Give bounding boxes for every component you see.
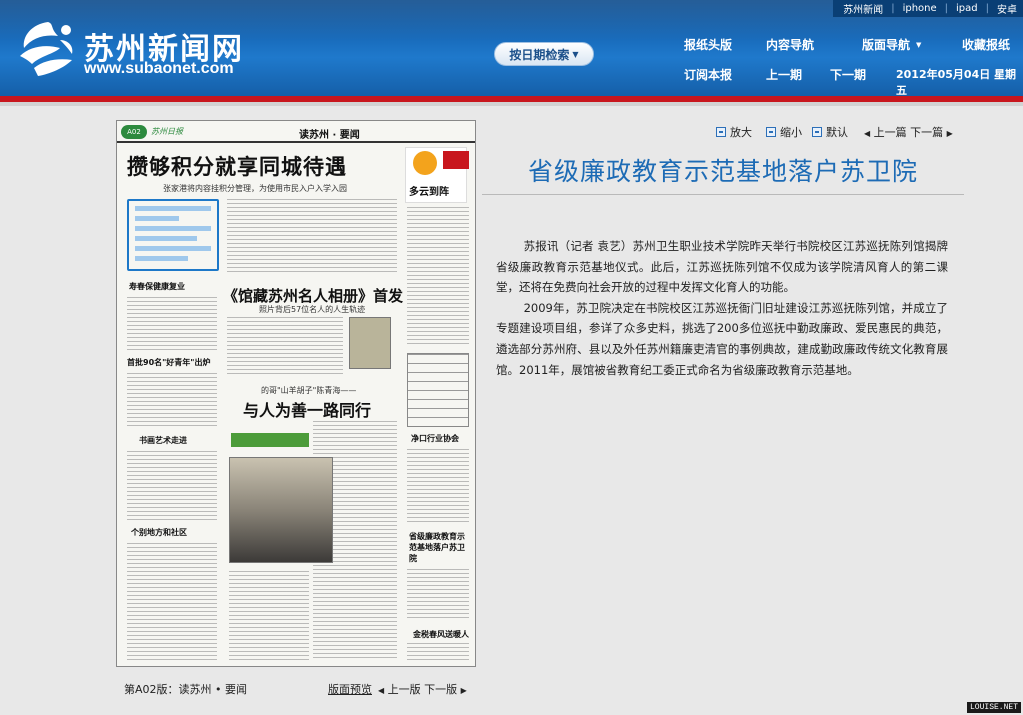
default-size-label: 默认 [826,126,848,139]
zoom-in-button[interactable]: 放大 [716,124,752,140]
prev-page-link[interactable]: 上一版 [388,683,421,696]
paper-side-head[interactable]: 净口行业协会 [411,433,459,444]
paper-page-badge: A02 [121,125,147,139]
zoom-in-icon [716,127,726,137]
paper-side-head-article[interactable]: 省级廉政教育示范基地落户苏卫院 [409,531,471,564]
nav-layout-label: 版面导航 [862,38,911,52]
zoom-out-label: 缩小 [780,126,802,139]
paper-side-head[interactable]: 首批90名"好青年"出炉 [127,357,210,368]
chevron-down-icon: ▼ [572,49,579,59]
triangle-left-icon: ◀ [378,686,385,695]
paper-side-head[interactable]: 金税春风送暖人 [413,629,469,640]
paper-logo-icon: 苏州日报 [151,127,183,136]
site-header: 苏州新闻 | iphone | ipad | 安卓 苏州新闻网 www.suba… [0,0,1023,97]
date-search-label: 按日期检索 [509,47,570,62]
paper-photo-album [349,317,391,369]
paper-text-block [127,373,217,429]
paper-text-block [407,569,469,621]
nav-bookmark[interactable]: 收藏报纸 [962,36,1010,53]
nav-front-page[interactable]: 报纸头版 [684,36,732,53]
divider: | [891,3,895,14]
nav-subscribe[interactable]: 订阅本报 [684,66,732,83]
watermark: LOUISE.NET [966,702,1021,713]
paper-text-block [407,449,469,523]
triangle-left-icon: ◀ [864,129,871,138]
article-pager: ◀ 上一篇 下一篇 ▶ [864,124,953,140]
chevron-down-icon: ▼ [916,40,922,49]
paper-text-block [407,643,469,663]
page-label: 第A02版：读苏州 • 要闻 [124,683,248,696]
paper-text-block [127,451,217,521]
title-divider [482,194,964,195]
nav-next-issue[interactable]: 下一期 [830,66,866,83]
paper-subheadline: 张家港将内容挂积分管理，为使用市民入户入学入园 [163,184,347,193]
paper-weather-label: 多云到阵 [409,187,449,198]
prev-article-link[interactable]: 上一篇 [874,126,907,139]
zoom-out-icon [766,127,776,137]
toplink-android[interactable]: 安卓 [997,1,1017,16]
reset-icon [812,127,822,137]
paper-text-block [229,571,309,661]
toplink-ipad[interactable]: ipad [956,3,978,14]
paper-headline-3[interactable]: 与人为善一路同行 [243,397,371,421]
layout-preview-link[interactable]: 版面预览 [328,681,372,697]
paper-side-head[interactable]: 寿春保健康复业 [129,281,185,292]
paper-text-block [227,199,397,275]
article-paragraph: 2009年，苏卫院决定在书院校区江苏巡抚衙门旧址建设江苏巡抚陈列馆，并成立了专题… [496,300,948,377]
sun-icon [413,151,437,175]
newspaper-page-image[interactable]: A02 苏州日报 读苏州 · 要闻 攒够积分就享同城待遇 张家港将内容挂积分管理… [116,120,476,667]
article-paragraph: 苏报讯（记者 袁艺）苏州卫生职业技术学院昨天举行书院校区江苏巡抚陈列馆揭牌省级廉… [496,239,948,295]
paper-side-head[interactable]: 书画艺术走进 [139,435,187,446]
divider: | [944,3,949,14]
site-url[interactable]: www.subaonet.com [84,60,234,78]
paper-side-head[interactable]: 个别地方和社区 [131,527,187,538]
next-article-link[interactable]: 下一篇 [910,126,943,139]
default-size-button[interactable]: 默认 [812,124,848,140]
paper-text-block [407,207,469,347]
triangle-right-icon: ▶ [460,686,467,695]
paper-section-title: 读苏州 · 要闻 [299,130,360,141]
zoom-in-label: 放大 [730,126,752,139]
paper-price-table [407,353,469,427]
header-gray-stripe [0,102,1023,106]
zoom-out-button[interactable]: 缩小 [766,124,802,140]
paper-green-banner [231,433,309,447]
paper-red-badge [443,151,469,169]
divider: | [985,3,989,14]
paper-headline[interactable]: 攒够积分就享同城待遇 [127,151,397,181]
paper-headline-2[interactable]: 《馆藏苏州名人相册》首发 [223,285,403,306]
toplink-suzhou-news[interactable]: 苏州新闻 [843,1,883,16]
paper-info-box [127,199,219,271]
page-pager: ◀ 上一版 下一版 ▶ [378,681,467,697]
paper-text-block [127,297,217,353]
toplink-iphone[interactable]: iphone [903,3,937,14]
site-logo-icon[interactable] [14,18,82,80]
paper-headline-2-sub: 照片背后57位名人的人生轨迹 [259,305,366,314]
paper-photo-driver [229,457,333,563]
issue-date: 2012年05月04日 星期五 [896,68,1017,97]
paper-text-block [127,543,217,661]
next-page-link[interactable]: 下一版 [424,683,457,696]
triangle-right-icon: ▶ [946,129,953,138]
article-body: 苏报讯（记者 袁艺）苏州卫生职业技术学院昨天举行书院校区江苏巡抚陈列馆揭牌省级廉… [496,236,948,380]
nav-prev-issue[interactable]: 上一期 [766,66,802,83]
date-search-button[interactable]: 按日期检索 ▼ [494,42,594,66]
paper-headline-3-pre: 的哥"山羊胡子"陈青海—— [261,386,357,395]
nav-content[interactable]: 内容导航 [766,36,814,53]
nav-layout-menu[interactable]: 版面导航 ▼ [862,36,921,53]
paper-text-block [227,317,343,377]
article-title: 省级廉政教育示范基地落户苏卫院 [527,157,918,186]
top-links: 苏州新闻 | iphone | ipad | 安卓 [833,0,1023,17]
